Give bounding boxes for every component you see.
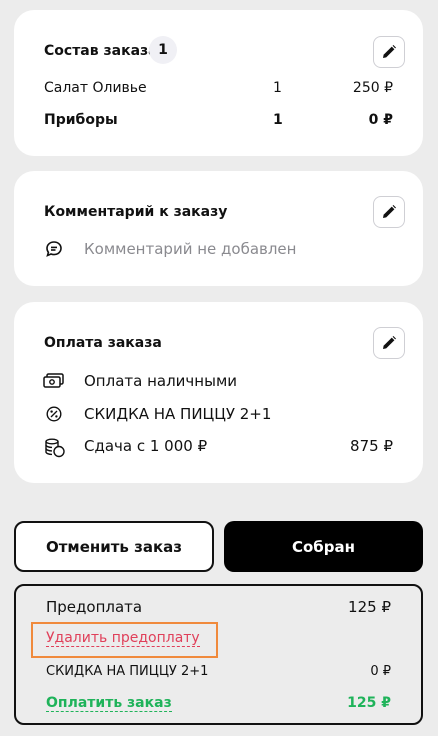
remove-prepayment-link[interactable]: Удалить предоплату [46, 630, 200, 647]
pay-order-link[interactable]: Оплатить заказ [46, 695, 172, 712]
cash-icon [43, 372, 65, 390]
order-item-price: 0 ₽ [368, 112, 393, 128]
order-count-badge: 1 [149, 36, 177, 64]
payment-discount: СКИДКА НА ПИЦЦУ 2+1 [84, 405, 272, 423]
order-item-price: 250 ₽ [352, 80, 393, 96]
coins-icon [43, 437, 67, 459]
payment-summary: Предоплата 125 ₽ Удалить предоплату СКИД… [14, 584, 423, 725]
pencil-icon [383, 205, 396, 218]
order-item-name: Салат Оливье [44, 80, 147, 96]
payment-method: Оплата наличными [84, 372, 238, 390]
chat-icon [44, 239, 64, 259]
edit-order-button[interactable] [373, 36, 405, 68]
order-card: Состав заказа 1 Салат Оливье 1 250 ₽ При… [14, 10, 423, 156]
order-item-qty: 1 [273, 112, 283, 128]
prepayment-label: Предоплата [46, 598, 143, 616]
change-value: 875 ₽ [350, 437, 393, 455]
comment-card: Комментарий к заказу Комментарий не доба… [14, 171, 423, 286]
change-label: Сдача с 1 000 ₽ [84, 437, 208, 455]
collected-button[interactable]: Собран [224, 521, 423, 572]
prepayment-value: 125 ₽ [348, 598, 391, 616]
comment-title: Комментарий к заказу [44, 204, 228, 220]
edit-comment-button[interactable] [373, 196, 405, 228]
comment-text: Комментарий не добавлен [84, 240, 297, 258]
cancel-order-button[interactable]: Отменить заказ [14, 521, 214, 572]
payment-title: Оплата заказа [44, 335, 162, 351]
edit-payment-button[interactable] [373, 327, 405, 359]
pay-order-value: 125 ₽ [347, 695, 391, 711]
order-item-qty: 1 [273, 80, 282, 96]
summary-discount-label: СКИДКА НА ПИЦЦУ 2+1 [46, 664, 209, 679]
order-item-name: Приборы [44, 112, 118, 128]
percent-icon [45, 405, 63, 423]
summary-discount-value: 0 ₽ [370, 664, 391, 679]
payment-card: Оплата заказа Оплата наличными СКИДКА НА… [14, 302, 423, 483]
pencil-icon [383, 336, 396, 349]
order-title: Состав заказа [44, 43, 158, 59]
pencil-icon [383, 45, 396, 58]
